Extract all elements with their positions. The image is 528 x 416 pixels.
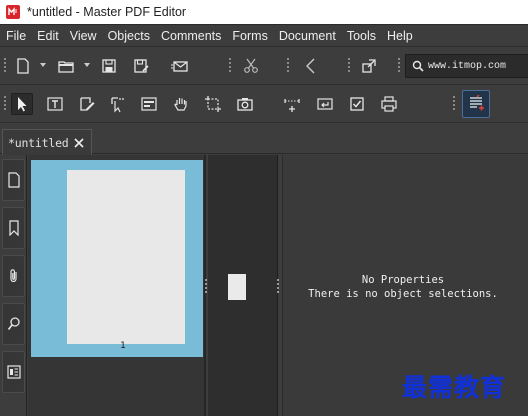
page-thumbnail[interactable] — [67, 170, 185, 344]
master-pdf-icon — [6, 5, 20, 19]
menu-forms[interactable]: Forms — [226, 29, 272, 43]
menu-comments[interactable]: Comments — [155, 29, 226, 43]
crop-icon[interactable] — [358, 55, 380, 77]
open-dropdown-icon[interactable] — [84, 63, 90, 67]
email-icon[interactable] — [169, 55, 191, 77]
menu-objects[interactable]: Objects — [102, 29, 155, 43]
search-icon[interactable] — [2, 303, 25, 345]
toolbar-grip[interactable] — [286, 58, 290, 74]
new-document-icon[interactable] — [12, 55, 34, 77]
measure-icon[interactable] — [281, 93, 303, 115]
menu-bar: File Edit View Objects Comments Forms Do… — [0, 24, 528, 46]
snapshot-select-icon[interactable] — [202, 93, 224, 115]
pages-icon[interactable] — [2, 159, 25, 201]
save-as-icon[interactable] — [130, 55, 152, 77]
search-input[interactable]: www.itmop.com — [428, 61, 506, 72]
enter-icon[interactable] — [314, 93, 336, 115]
properties-message: There is no object selections. — [308, 288, 498, 300]
layers-icon[interactable] — [2, 351, 25, 393]
document-tab-bar: *untitled — [0, 122, 528, 155]
text-edit-icon[interactable] — [44, 93, 66, 115]
redact-icon[interactable] — [462, 90, 490, 118]
add-link-icon[interactable] — [107, 93, 129, 115]
attachments-icon[interactable] — [2, 255, 25, 297]
properties-title: No Properties — [361, 274, 445, 286]
print-icon[interactable] — [378, 93, 400, 115]
toolbar-grip[interactable] — [3, 96, 7, 112]
search-icon — [412, 60, 424, 72]
tools-toolbar — [0, 84, 528, 122]
toolbar-grip[interactable] — [452, 96, 456, 112]
new-dropdown-icon[interactable] — [40, 63, 46, 67]
title-bar: *untitled - Master PDF Editor — [0, 0, 528, 24]
select-arrow-icon[interactable] — [11, 93, 33, 115]
open-folder-icon[interactable] — [55, 55, 77, 77]
close-icon[interactable] — [73, 137, 85, 149]
edit-object-icon[interactable] — [76, 93, 98, 115]
selected-thumbnail[interactable] — [31, 160, 203, 357]
toolbar-grip[interactable] — [397, 58, 401, 74]
checkbox-icon[interactable] — [346, 93, 368, 115]
menu-file[interactable]: File — [0, 29, 31, 43]
back-icon[interactable] — [300, 55, 322, 77]
hand-icon[interactable] — [170, 93, 192, 115]
main-toolbar: www.itmop.com — [0, 46, 528, 84]
camera-icon[interactable] — [234, 93, 256, 115]
form-field-icon[interactable] — [138, 93, 160, 115]
menu-view[interactable]: View — [64, 29, 102, 43]
window-title: *untitled - Master PDF Editor — [27, 5, 187, 19]
save-icon[interactable] — [98, 55, 120, 77]
toolbar-grip[interactable] — [228, 58, 232, 74]
cut-icon[interactable] — [240, 55, 262, 77]
bookmarks-icon[interactable] — [2, 207, 25, 249]
menu-document[interactable]: Document — [273, 29, 341, 43]
page-thumbnails-panel: 1 — [28, 155, 207, 416]
search-field[interactable]: www.itmop.com — [405, 54, 528, 78]
tab-untitled[interactable]: *untitled — [2, 129, 92, 155]
page-number: 1 — [120, 341, 126, 351]
menu-tools[interactable]: Tools — [341, 29, 381, 43]
toolbar-grip[interactable] — [347, 58, 351, 74]
menu-help[interactable]: Help — [381, 29, 418, 43]
left-sidebar — [0, 155, 27, 416]
tab-label: *untitled — [8, 135, 69, 150]
toolbar-grip[interactable] — [3, 58, 7, 74]
watermark-text: 最需教育 — [402, 373, 507, 402]
menu-edit[interactable]: Edit — [31, 29, 64, 43]
